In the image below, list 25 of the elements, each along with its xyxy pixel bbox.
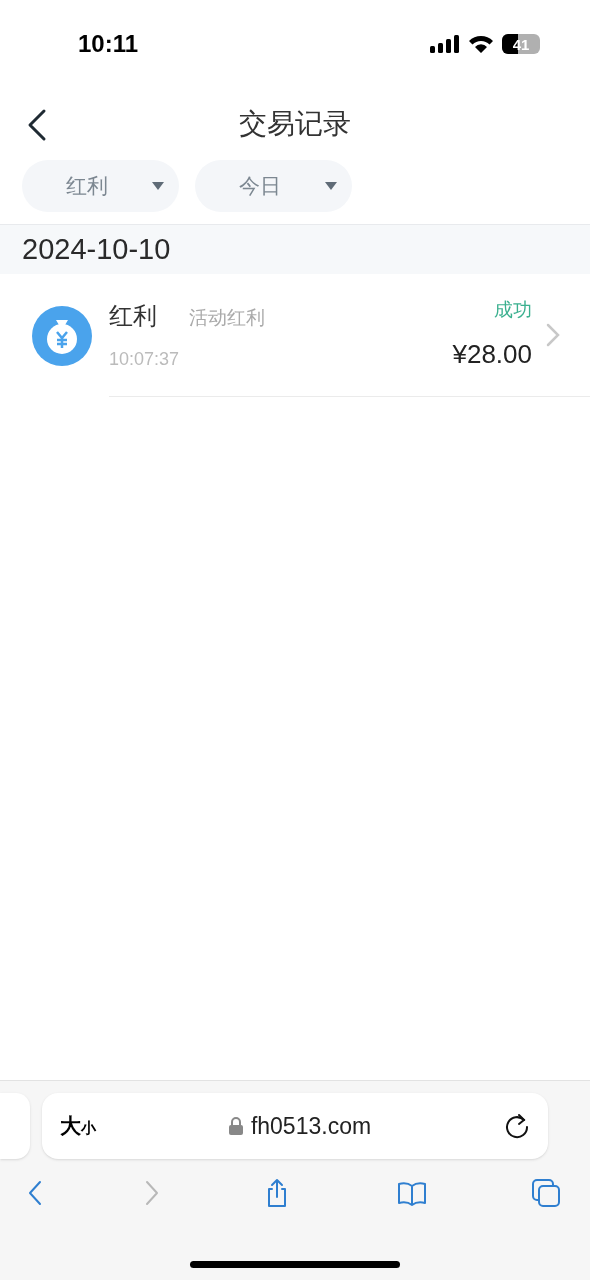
wifi-icon	[468, 34, 494, 54]
record-name: 红利	[109, 300, 157, 331]
tabs-icon	[530, 1177, 562, 1209]
url-text: fh0513.com	[250, 1111, 372, 1141]
chevron-right-icon	[546, 323, 560, 347]
tabs-button[interactable]	[530, 1177, 562, 1209]
page-title: 交易记录	[239, 107, 351, 141]
lock-icon	[228, 1117, 243, 1135]
status-time: 10:11	[78, 29, 139, 59]
signal-icon	[430, 34, 460, 54]
record-type: 活动红利	[189, 305, 265, 330]
text-size-button[interactable]: 大小	[60, 1110, 96, 1142]
amount-text: ¥28.00	[452, 337, 532, 371]
caret-down-icon	[324, 181, 338, 191]
transaction-row[interactable]: 红利 活动红利 10:07:37 成功 ¥28.00	[0, 274, 590, 397]
address-bar[interactable]: 大小 fh0513.com	[42, 1093, 548, 1159]
reload-icon	[504, 1113, 530, 1139]
caret-down-icon	[151, 181, 165, 191]
record-time: 10:07:37	[109, 347, 181, 371]
reload-button[interactable]	[504, 1113, 530, 1139]
status-text: 成功	[494, 298, 532, 323]
chevron-right-icon	[144, 1180, 159, 1206]
chevron-left-icon	[28, 1180, 42, 1206]
money-bag-icon	[32, 305, 92, 366]
date-header: 2024-10-10	[0, 224, 590, 274]
